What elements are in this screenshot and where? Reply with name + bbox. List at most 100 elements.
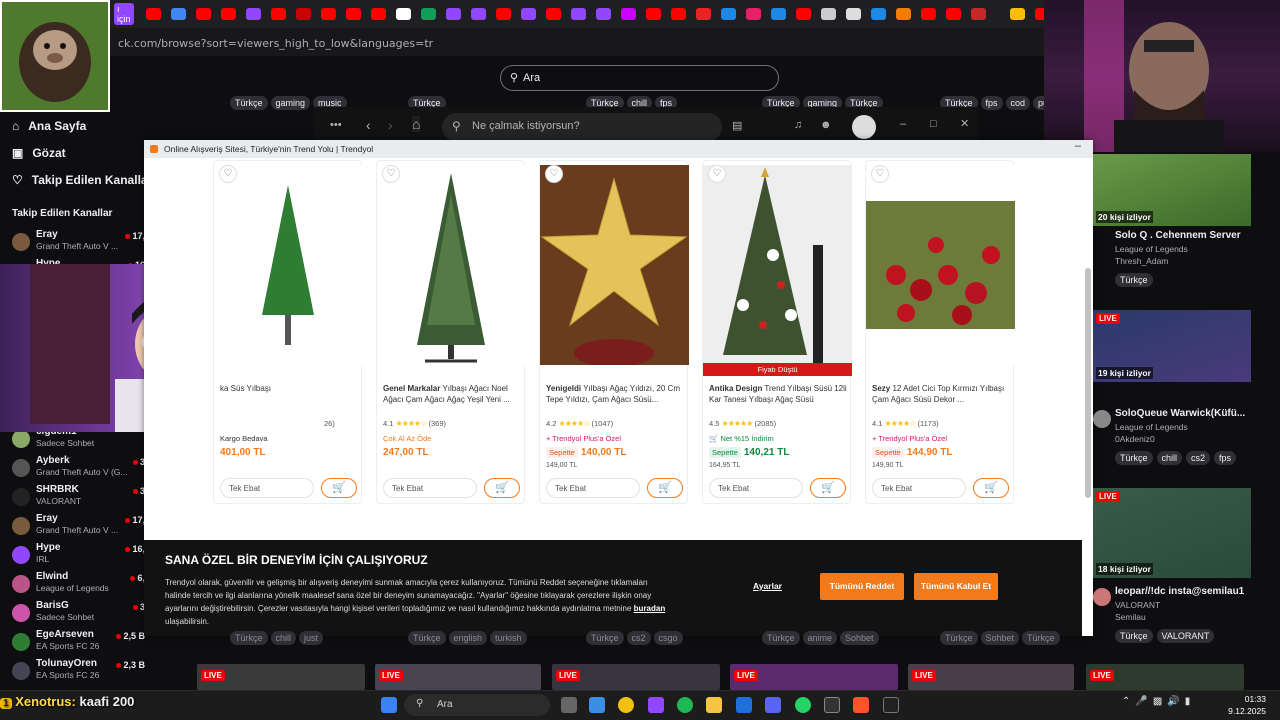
address-bar[interactable]: ck.com/browse?sort=viewers_high_to_low&l… xyxy=(110,28,1045,56)
avatar[interactable] xyxy=(852,115,876,139)
size-select[interactable]: Tek Ebat xyxy=(709,478,803,498)
product-image[interactable] xyxy=(540,165,689,365)
product-card[interactable]: Fiyatı Düştü ♡ Antika Design Trend Yılba… xyxy=(702,160,852,504)
task-view-icon[interactable] xyxy=(561,697,577,713)
youtube-icon[interactable] xyxy=(545,8,561,20)
bookmark-icon[interactable] xyxy=(720,8,736,20)
tag[interactable]: Sohbet xyxy=(840,631,879,645)
youtube-icon[interactable] xyxy=(795,8,811,20)
youtube-icon[interactable] xyxy=(370,8,386,20)
twitch-icon[interactable] xyxy=(520,8,536,20)
size-select[interactable]: Tek Ebat xyxy=(220,478,314,498)
tag[interactable]: just xyxy=(299,631,324,645)
spotify-search-input[interactable]: ⚲ Ne çalmak istiyorsun? xyxy=(442,113,722,141)
stream-preview[interactable]: LIVE xyxy=(1086,664,1244,690)
steam-icon[interactable] xyxy=(736,697,752,713)
bookmark-icon[interactable] xyxy=(745,8,761,20)
network-icon[interactable]: ▩ xyxy=(1153,696,1167,707)
twitch-icon[interactable] xyxy=(445,8,461,20)
followed-channel[interactable]: BarisG Sadece Sohbet 3 xyxy=(12,600,145,628)
tag[interactable]: fps xyxy=(1214,451,1237,465)
stream-thumbnail[interactable]: LIVE 18 kişi izliyor xyxy=(1093,488,1251,578)
add-to-cart-icon[interactable]: 🛒 xyxy=(484,478,520,498)
bookmark-icon[interactable] xyxy=(295,8,311,20)
maximize-icon[interactable]: □ xyxy=(930,118,937,130)
copilot-icon[interactable] xyxy=(589,697,605,713)
sheets-icon[interactable] xyxy=(420,8,436,20)
tag[interactable]: chill xyxy=(1156,451,1183,465)
taskbar-clock[interactable]: 01:33 9.12.2025 xyxy=(1228,693,1266,717)
youtube-icon[interactable] xyxy=(145,8,161,20)
tag[interactable]: VALORANT xyxy=(1156,629,1215,643)
bookmark-icon[interactable] xyxy=(845,8,861,20)
favorite-heart-icon[interactable]: ♡ xyxy=(219,165,237,183)
back-icon[interactable]: ‹ xyxy=(366,117,371,133)
youtube-icon[interactable] xyxy=(195,8,211,20)
tag[interactable]: turkish xyxy=(490,631,527,645)
add-to-cart-icon[interactable]: 🛒 xyxy=(973,478,1009,498)
youtube-icon[interactable] xyxy=(345,8,361,20)
bookmark-icon[interactable] xyxy=(770,8,786,20)
windows-start-icon[interactable] xyxy=(381,697,397,713)
tag[interactable]: Türkçe xyxy=(762,631,800,645)
youtube-icon[interactable] xyxy=(270,8,286,20)
tag[interactable]: fps xyxy=(980,96,1003,110)
size-select[interactable]: Tek Ebat xyxy=(872,478,966,498)
product-image[interactable] xyxy=(866,165,1015,365)
youtube-icon[interactable] xyxy=(945,8,961,20)
youtube-icon[interactable] xyxy=(670,8,686,20)
whatsapp-icon[interactable] xyxy=(795,697,811,713)
terminal-icon[interactable] xyxy=(883,697,899,713)
tag[interactable]: Türkçe xyxy=(408,631,446,645)
nav-home[interactable]: ⌂ Ana Sayfa xyxy=(12,112,152,139)
taskbar-search[interactable]: ⚲ Ara xyxy=(404,694,550,716)
microphone-icon[interactable]: 🎤 xyxy=(1135,696,1152,707)
chevron-up-icon[interactable]: ⌃ xyxy=(1122,696,1135,707)
bookmark-icon[interactable] xyxy=(970,8,986,20)
followed-channel[interactable]: Eray Grand Theft Auto V ... 17, xyxy=(12,513,145,541)
stream-preview[interactable]: LIVE xyxy=(197,664,365,690)
stream-thumbnail[interactable]: 20 kişi izliyor xyxy=(1093,154,1251,226)
bell-icon[interactable]: ♫ xyxy=(794,119,802,131)
bookmark-icon[interactable] xyxy=(895,8,911,20)
tag[interactable]: pu xyxy=(1033,96,1044,110)
tag[interactable]: gaming xyxy=(270,96,311,110)
minimize-button[interactable]: – xyxy=(1075,140,1081,152)
followed-channel[interactable]: SHRBRK VALORANT 3 xyxy=(12,484,145,512)
youtube-icon[interactable] xyxy=(320,8,336,20)
bookmark-label[interactable]: ı için xyxy=(114,3,134,25)
system-tray[interactable]: ⌃🎤▩🔊▮ xyxy=(1122,696,1195,707)
product-image[interactable] xyxy=(377,165,526,365)
chrome-icon[interactable] xyxy=(618,697,634,713)
followed-channel[interactable]: Ayberk Grand Theft Auto V (G... 3 xyxy=(12,455,145,483)
stream-preview[interactable]: LIVE xyxy=(552,664,720,690)
product-card[interactable]: ♡ Genel Markalar Yılbaşı Ağacı Noel Ağac… xyxy=(376,160,526,504)
twitch-icon[interactable] xyxy=(648,697,664,713)
youtube-icon[interactable] xyxy=(645,8,661,20)
tag[interactable]: Türkçe xyxy=(1022,631,1060,645)
followed-channel[interactable]: Hype IRL 16, xyxy=(12,542,145,570)
add-to-cart-icon[interactable]: 🛒 xyxy=(321,478,357,498)
tag[interactable]: cs2 xyxy=(626,631,651,645)
tag[interactable]: chill xyxy=(270,631,297,645)
close-icon[interactable]: ✕ xyxy=(960,117,969,130)
size-select[interactable]: Tek Ebat xyxy=(383,478,477,498)
tag[interactable]: Türkçe xyxy=(586,631,624,645)
volume-icon[interactable]: 🔊 xyxy=(1167,696,1184,707)
favorite-heart-icon[interactable]: ♡ xyxy=(708,165,726,183)
accept-all-button[interactable]: Tümünü Kabul Et xyxy=(914,573,998,600)
product-card[interactable]: ♡ Yenigeldi Yılbaşı Ağaç Yıldızı, 20 Cm … xyxy=(539,160,689,504)
cookie-settings-link[interactable]: Ayarlar xyxy=(753,581,782,591)
twitch-icon[interactable] xyxy=(570,8,586,20)
browse-icon[interactable]: ▤ xyxy=(732,119,742,132)
discord-icon[interactable] xyxy=(765,697,781,713)
product-image[interactable] xyxy=(703,165,852,365)
followed-channel[interactable]: EgeArseven EA Sports FC 26 2,5 B xyxy=(12,629,145,657)
nav-following[interactable]: ♡ Takip Edilen Kanallar xyxy=(12,166,152,193)
bookmark-icon[interactable] xyxy=(820,8,836,20)
tag[interactable]: Sohbet xyxy=(980,631,1020,645)
twitch-search-input[interactable]: ⚲ Ara xyxy=(500,65,779,91)
product-card[interactable]: ♡ Sezy 12 Adet Cici Top Kırmızı Yılbaşı … xyxy=(865,160,1015,504)
youtube-icon[interactable] xyxy=(920,8,936,20)
size-select[interactable]: Tek Ebat xyxy=(546,478,640,498)
